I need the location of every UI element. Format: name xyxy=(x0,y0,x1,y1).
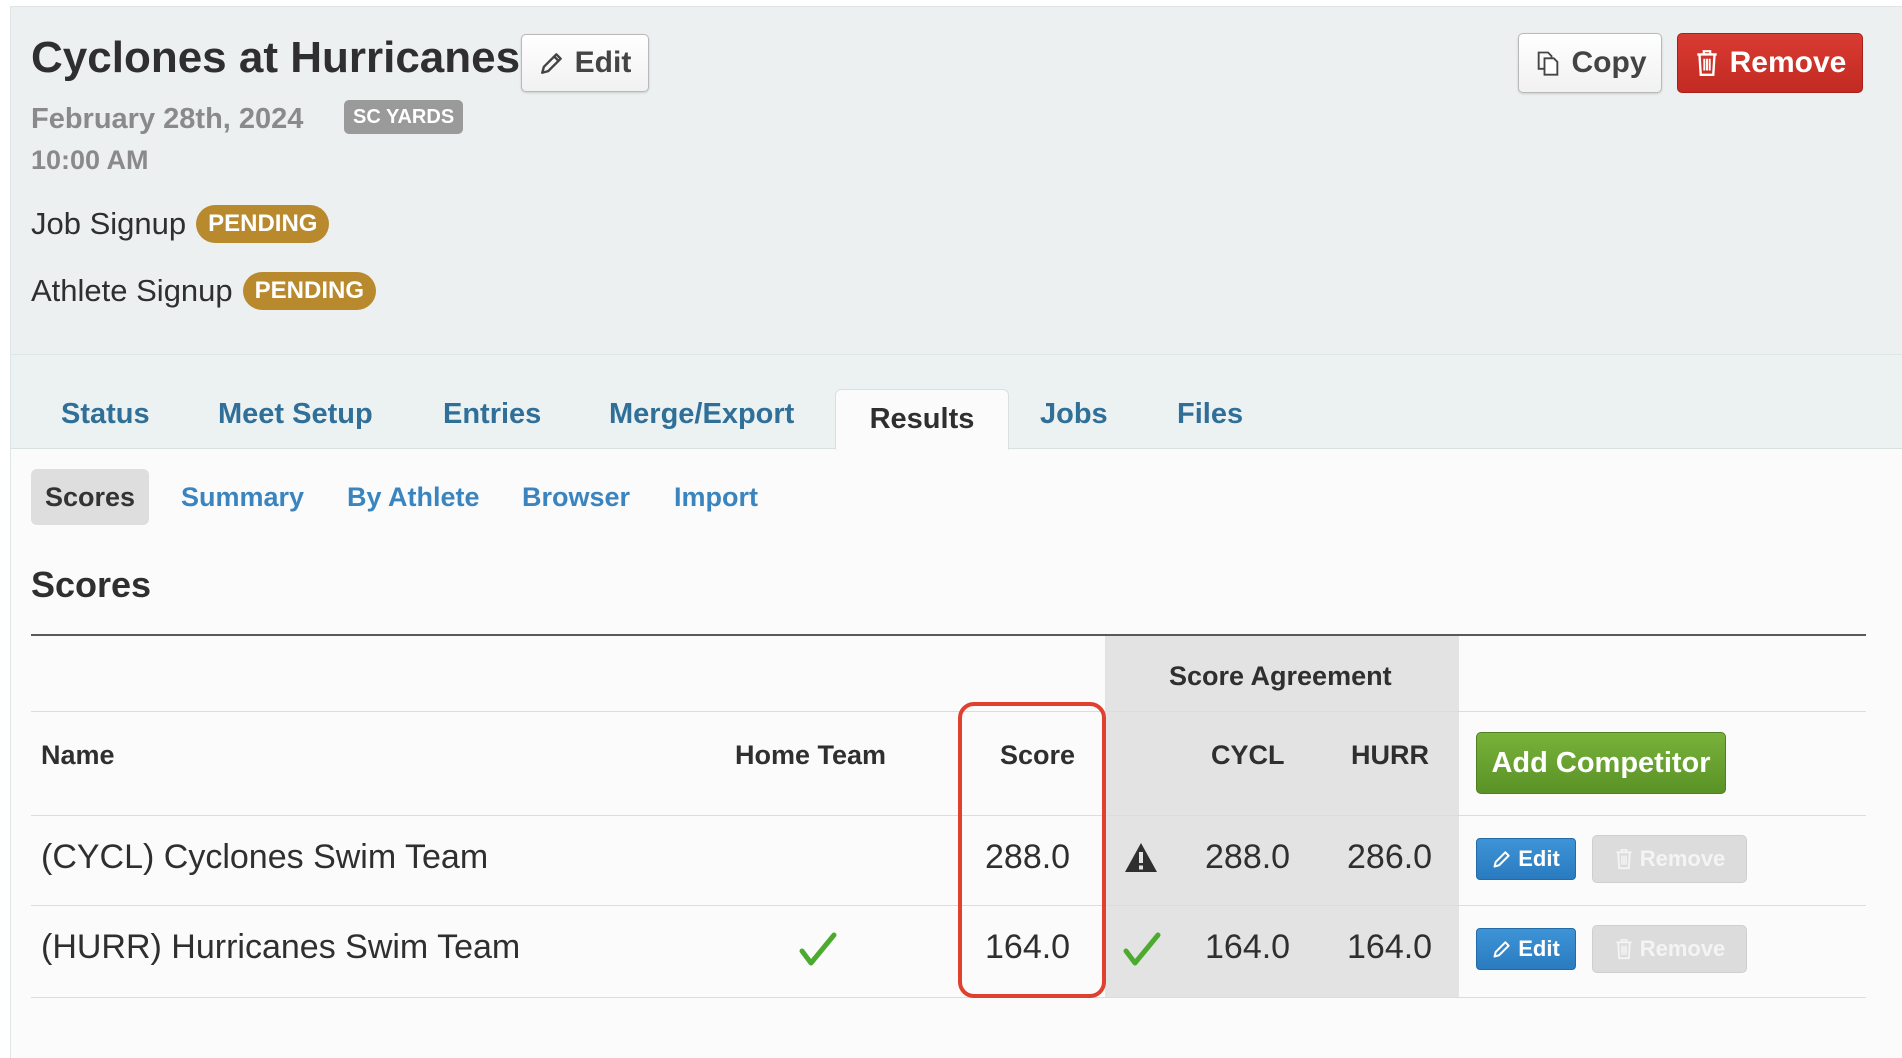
row-1-edit-label: Edit xyxy=(1518,846,1560,871)
tab-meet-setup[interactable]: Meet Setup xyxy=(218,398,373,431)
row-2-team-name: (HURR) Hurricanes Swim Team xyxy=(41,928,521,966)
subtab-summary[interactable]: Summary xyxy=(181,469,304,525)
column-header-name: Name xyxy=(41,740,115,770)
add-competitor-button[interactable]: Add Competitor xyxy=(1476,732,1726,794)
column-header-hurr: HURR xyxy=(1351,740,1429,770)
athlete-signup-status-badge: PENDING xyxy=(242,272,377,310)
row-2-edit-button[interactable]: Edit xyxy=(1476,928,1576,970)
row-2-remove-button: Remove xyxy=(1592,925,1747,973)
row-2-remove-label: Remove xyxy=(1639,936,1726,961)
job-signup-status-badge: PENDING xyxy=(196,205,330,243)
main-tabs: Status Meet Setup Entries Merge/Export R… xyxy=(11,355,1902,450)
meet-time: 10:00 AM xyxy=(31,145,149,175)
athlete-signup-label: Athlete Signup xyxy=(31,273,233,308)
column-header-cycl: CYCL xyxy=(1211,740,1285,770)
warning-icon xyxy=(1125,843,1157,872)
pencil-icon xyxy=(1493,941,1510,958)
table-row-divider xyxy=(31,815,1866,816)
row-1-remove-button: Remove xyxy=(1592,835,1747,883)
row-2-hurr-score: 164.0 xyxy=(1347,928,1433,966)
score-agreement-header: Score Agreement xyxy=(1169,661,1392,691)
row-1-team-name: (CYCL) Cyclones Swim Team xyxy=(41,838,489,876)
subtab-import[interactable]: Import xyxy=(674,469,758,525)
row-1-hurr-score: 286.0 xyxy=(1347,838,1433,876)
copy-icon xyxy=(1537,51,1558,76)
table-bottom-rule xyxy=(31,997,1866,998)
job-signup-row: Job Signup PENDING xyxy=(31,205,330,243)
edit-meet-label: Edit xyxy=(574,46,632,79)
course-badge: SC YARDS xyxy=(344,100,464,134)
athlete-signup-row: Athlete Signup PENDING xyxy=(31,272,377,310)
subtab-browser[interactable]: Browser xyxy=(522,469,630,525)
table-top-rule xyxy=(31,634,1866,636)
agreement-check-icon xyxy=(1123,932,1161,966)
tab-files[interactable]: Files xyxy=(1177,398,1243,431)
remove-meet-button[interactable]: Remove xyxy=(1677,33,1863,93)
table-header-divider xyxy=(31,711,1866,712)
job-signup-label: Job Signup xyxy=(31,206,187,241)
home-team-check-icon xyxy=(799,932,837,966)
meet-panel: Cyclones at Hurricanes Edit Copy Remove xyxy=(10,6,1902,1058)
trash-icon xyxy=(1616,849,1632,870)
edit-meet-button[interactable]: Edit xyxy=(521,34,649,92)
remove-meet-label: Remove xyxy=(1729,46,1847,79)
meet-header: Cyclones at Hurricanes Edit Copy Remove xyxy=(11,7,1902,355)
row-2-edit-label: Edit xyxy=(1518,936,1560,961)
section-title: Scores xyxy=(31,564,152,605)
tab-results[interactable]: Results xyxy=(835,389,1009,450)
row-2-cycl-score: 164.0 xyxy=(1205,928,1291,966)
copy-meet-label: Copy xyxy=(1571,46,1647,79)
row-1-edit-button[interactable]: Edit xyxy=(1476,838,1576,880)
subtab-scores[interactable]: Scores xyxy=(31,469,149,525)
table-row-divider xyxy=(31,905,1866,906)
tab-status[interactable]: Status xyxy=(61,398,150,431)
meet-date: February 28th, 2024 xyxy=(31,103,304,135)
meet-title: Cyclones at Hurricanes xyxy=(31,33,521,82)
trash-icon xyxy=(1696,50,1717,77)
column-header-home-team: Home Team xyxy=(735,740,887,770)
copy-meet-button[interactable]: Copy xyxy=(1518,33,1662,93)
tab-entries[interactable]: Entries xyxy=(443,398,541,431)
tab-merge-export[interactable]: Merge/Export xyxy=(609,398,794,431)
row-1-remove-label: Remove xyxy=(1639,846,1726,871)
row-1-cycl-score: 288.0 xyxy=(1205,838,1291,876)
pencil-icon xyxy=(540,53,562,74)
pencil-icon xyxy=(1493,851,1510,868)
score-column-highlight xyxy=(958,702,1106,998)
trash-icon xyxy=(1616,939,1632,960)
subtab-by-athlete[interactable]: By Athlete xyxy=(347,469,480,525)
tab-jobs[interactable]: Jobs xyxy=(1040,398,1108,431)
